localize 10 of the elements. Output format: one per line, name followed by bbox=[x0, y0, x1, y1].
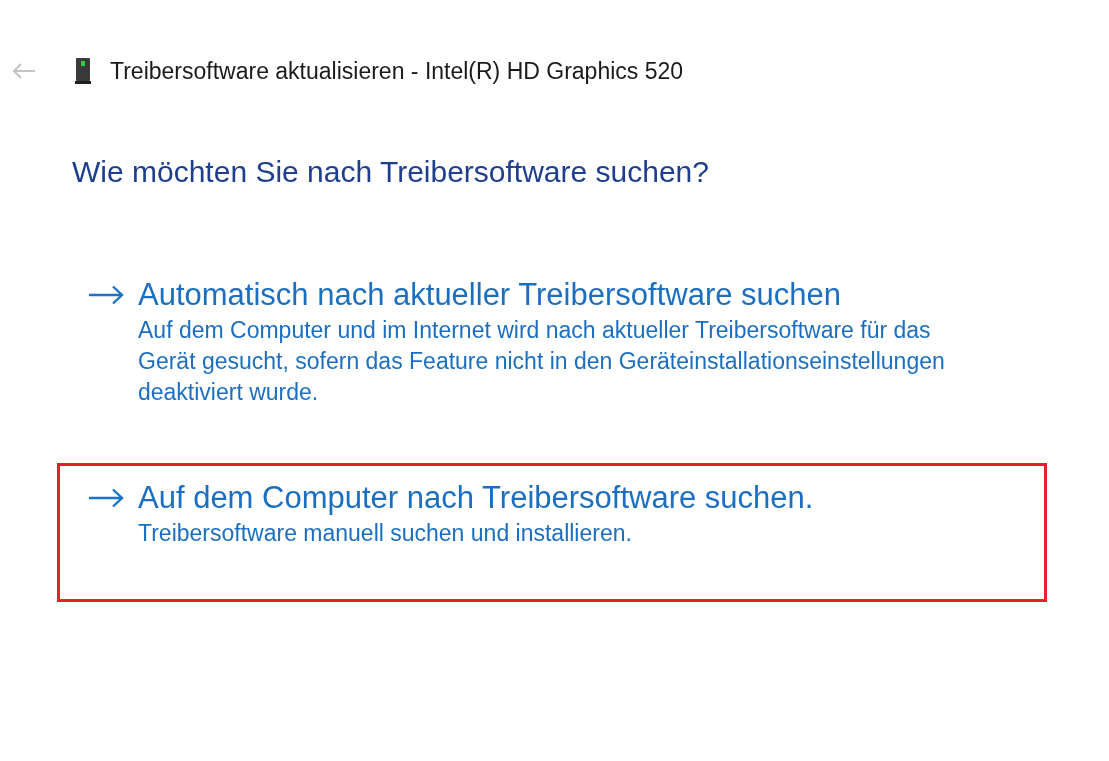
option-link[interactable]: Auf dem Computer nach Treibersoftware suchen. bbox=[138, 478, 814, 518]
option-description: Treibersoftware manuell suchen und installieren. bbox=[138, 519, 633, 548]
option-description: Auf dem Computer und im Internet wird nach aktueller Treibersoftware für das Gerät gesucht, sofern das Feature nicht in den Geräteinstallationseinstellungen deaktiviert wurde. bbox=[138, 316, 946, 407]
window-title: Treibersoftware aktualisieren - Intel(R) HD Graphics 520 bbox=[110, 57, 684, 85]
arrow-right-icon bbox=[88, 285, 124, 305]
back-arrow-icon bbox=[12, 63, 36, 79]
page-heading: Wie möchten Sie nach Treibersoftware suchen? bbox=[72, 154, 709, 190]
arrow-right-icon bbox=[88, 488, 124, 508]
option-link[interactable]: Automatisch nach aktueller Treibersoftware suchen bbox=[138, 275, 842, 315]
computer-tower-icon bbox=[75, 58, 91, 84]
